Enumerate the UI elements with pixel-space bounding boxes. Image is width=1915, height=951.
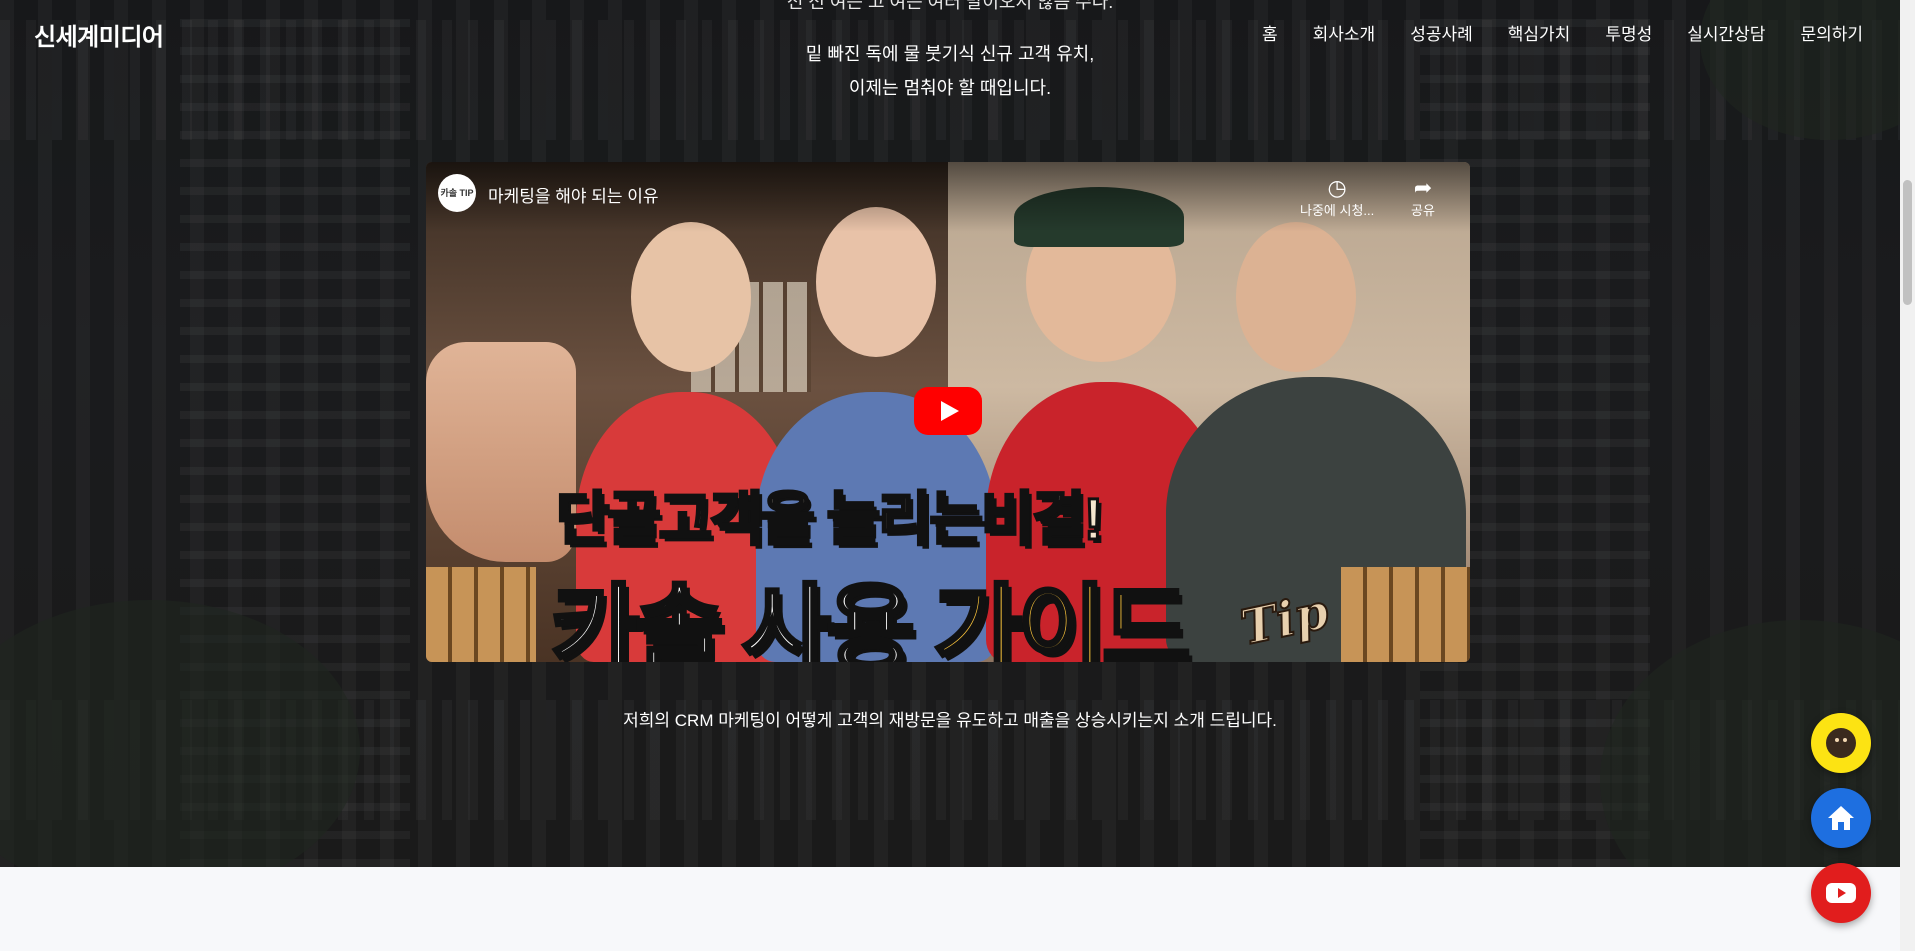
nav-item-live-consult[interactable]: 실시간상담: [1687, 20, 1765, 45]
youtube-button[interactable]: [1811, 863, 1871, 923]
youtube-video-embed[interactable]: 단골고객을 늘리는비결! 카솔 사용 가이드 Tip 카솔 TIP 마케팅을 해…: [426, 162, 1470, 662]
next-section: [0, 867, 1900, 951]
page-scrollbar-thumb[interactable]: [1903, 180, 1912, 305]
kakao-chat-button[interactable]: [1811, 713, 1871, 773]
video-caption: 저희의 CRM 마케팅이 어떻게 고객의 재방문을 유도하고 매출을 상승시키는…: [623, 711, 1277, 730]
nav-item-contact[interactable]: 문의하기: [1800, 20, 1863, 45]
home-button[interactable]: [1811, 788, 1871, 848]
share-arrow-icon: ➦: [1413, 175, 1433, 200]
nav-item-values[interactable]: 핵심가치: [1508, 20, 1571, 45]
clock-icon: ◷: [1327, 175, 1347, 200]
page-scrollbar-track[interactable]: [1900, 0, 1915, 951]
channel-avatar[interactable]: 카솔 TIP: [438, 174, 476, 212]
thumbnail-subheadline: 카솔 사용 가이드: [549, 575, 1193, 662]
watch-later-button[interactable]: ◷ 나중에 시청...: [1300, 176, 1374, 219]
thumbs-up-hand: [426, 342, 576, 562]
intro-text-cut: 전 전 여는 고 여는 여러 말이오서 않음 수다.: [786, 0, 1114, 12]
hero-section: 전 전 여는 고 여는 여러 말이오서 않음 수다. 밑 빠진 독에 물 붓기식…: [0, 0, 1900, 867]
intro-text: 밑 빠진 독에 물 붓기식 신규 고객 유치, 이제는 멈춰야 할 때입니다.: [0, 37, 1900, 105]
site-logo[interactable]: 신세계미디어: [34, 17, 164, 52]
video-title[interactable]: 마케팅을 해야 되는 이유: [488, 182, 659, 207]
kakao-chat-icon: [1826, 728, 1856, 758]
share-button[interactable]: ➦ 공유: [1411, 176, 1435, 219]
youtube-play-icon[interactable]: [914, 387, 982, 435]
nav-item-home[interactable]: 홈: [1262, 20, 1278, 45]
thumbnail-headline: 단골고객을 늘리는비결!: [554, 486, 1104, 554]
intro-line-2: 이제는 멈춰야 할 때입니다.: [848, 78, 1052, 98]
youtube-icon: [1826, 883, 1856, 903]
nav-item-transparency[interactable]: 투명성: [1605, 20, 1652, 45]
nav-item-cases[interactable]: 성공사례: [1410, 20, 1473, 45]
main-nav: 홈 회사소개 성공사례 핵심가치 투명성 실시간상담 문의하기: [1262, 20, 1863, 45]
nav-item-about[interactable]: 회사소개: [1313, 20, 1376, 45]
home-icon: [1828, 806, 1854, 830]
